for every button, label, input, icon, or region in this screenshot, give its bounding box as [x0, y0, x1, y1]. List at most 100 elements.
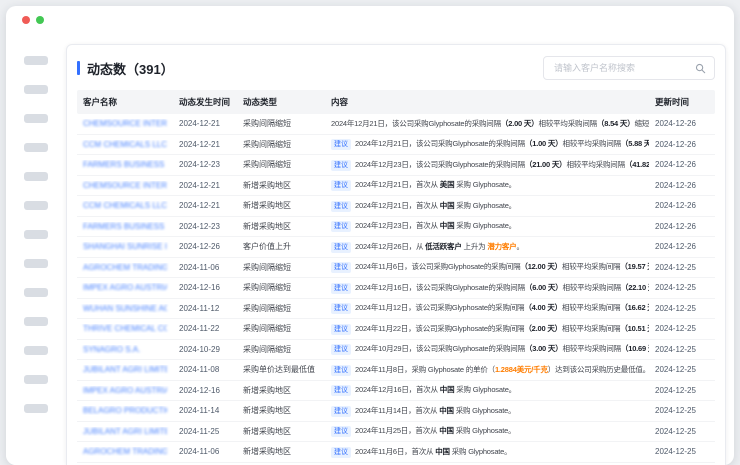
table-row[interactable]: CHEMSOURCE INTERNATIONAL L...2024-12-21采…	[77, 114, 715, 135]
sidebar-menu-item[interactable]	[24, 56, 48, 65]
content-text-segment: （21.00 天）	[525, 160, 567, 169]
content-text-segment: 2024年12月21日，首次从	[355, 180, 440, 189]
table-row[interactable]: THRIVE CHEMICAL CO.2024-11-22采购间隔缩短建议202…	[77, 319, 715, 340]
event-content-cell: 建议2024年11月8日，采购 Glyphosate 的单价（1.2884美元/…	[325, 364, 649, 376]
customer-name-link[interactable]: CHEMSOURCE INTERNATIONAL L...	[83, 181, 167, 190]
table-row[interactable]: AGROCHEM TRADING COMPA...2024-11-06新增采购地…	[77, 442, 715, 463]
event-type-cell: 采购间隔缩短	[237, 303, 325, 314]
customer-search-box[interactable]	[543, 56, 715, 80]
customer-name-link[interactable]: AGROCHEM TRADING COMPA...	[83, 263, 167, 272]
customer-name-link[interactable]: SYNAGRO S.A.	[83, 345, 167, 354]
content-text-segment: 采购 Glyphosate。	[450, 447, 512, 456]
event-content-cell: 建议2024年12月26日，从 低活跃客户 上升为 潜力客户。	[325, 241, 649, 253]
event-type-cell: 采购间隔缩短	[237, 262, 325, 273]
content-text-segment: 相较平均采购间隔	[566, 160, 624, 169]
table-row[interactable]: JUBILANT AGRI LIMITED2024-11-25新增采购地区建议2…	[77, 422, 715, 443]
content-text-segment: （5.88 天）	[621, 139, 649, 148]
suggestion-badge: 建议	[331, 221, 351, 232]
event-type-cell: 采购间隔缩短	[237, 139, 325, 150]
column-header-event-type: 动态类型	[237, 96, 325, 108]
sidebar-menu-item[interactable]	[24, 375, 48, 384]
content-text-segment: 。	[517, 242, 524, 251]
sidebar-menu-item[interactable]	[24, 85, 48, 94]
customer-name-link[interactable]: SHANGHAI SUNRISE INTER...	[83, 242, 167, 251]
table-row[interactable]: BELAGRO PRODUCTIO...2024-11-14新增采购地区建议20…	[77, 401, 715, 422]
event-type-cell: 采购单价达到最低值	[237, 364, 325, 375]
sidebar-menu-item[interactable]	[24, 172, 48, 181]
content-text-segment: 2024年12月21日，首次从	[355, 201, 440, 210]
customer-name-link[interactable]: CCM CHEMICALS LLC	[83, 201, 167, 210]
customer-name-link[interactable]: CCM CHEMICALS LLC	[83, 140, 167, 149]
customer-name-link[interactable]: FARMERS BUSINESS NET...	[83, 222, 167, 231]
column-header-update-time: 更新时间	[649, 96, 715, 108]
customer-name-link[interactable]: FARMERS BUSINESS NET...	[83, 160, 167, 169]
update-time-cell: 2024-12-26	[649, 140, 715, 149]
event-content-cell: 2024年12月21日，该公司采购Glyphosate的采购间隔（2.00 天）…	[325, 118, 649, 129]
customer-name-link[interactable]: BELAGRO PRODUCTIO...	[83, 406, 167, 415]
sidebar-top-spacer	[6, 34, 64, 56]
customer-name-link[interactable]: AGROCHEM TRADING COMPA...	[83, 447, 167, 456]
table-row[interactable]: SHANGHAI SUNRISE INTER...2024-12-26客户价值上…	[77, 237, 715, 258]
customer-name-cell: FARMERS BUSINESS NET...	[77, 160, 173, 169]
sidebar-menu-item[interactable]	[24, 201, 48, 210]
event-time-cell: 2024-11-25	[173, 427, 237, 436]
table-body: CHEMSOURCE INTERNATIONAL L...2024-12-21采…	[77, 114, 715, 465]
table-row[interactable]: IMPEX AGRO AUSTRIA...2024-12-16新增采购地区建议2…	[77, 381, 715, 402]
event-type-cell: 新增采购地区	[237, 200, 325, 211]
content-text-segment: 采购 Glyphosate。	[454, 426, 516, 435]
event-content-cell: 建议2024年12月16日，该公司采购Glyphosate的采购间隔（6.00 …	[325, 282, 649, 294]
sidebar-menu-item[interactable]	[24, 317, 48, 326]
sidebar-menu-item[interactable]	[24, 143, 48, 152]
customer-name-link[interactable]: WUHAN SUNSHINE AGRIC...	[83, 304, 167, 313]
table-row[interactable]: SYNAGRO S.A.2024-10-29采购间隔缩短建议2024年10月29…	[77, 340, 715, 361]
customer-name-cell: CHEMSOURCE INTERNATIONAL L...	[77, 181, 173, 190]
table-row[interactable]: IMPEX AGRO AUSTRIA...2024-12-16采购间隔缩短建议2…	[77, 278, 715, 299]
suggestion-badge: 建议	[331, 344, 351, 355]
sidebar-menu-item[interactable]	[24, 259, 48, 268]
table-row[interactable]: JUBILANT AGRI LIMITED2024-11-08采购单价达到最低值…	[77, 360, 715, 381]
table-row[interactable]: WUHAN SUNSHINE AGRIC...2024-11-12采购间隔缩短建…	[77, 299, 715, 320]
sidebar-menu-item[interactable]	[24, 114, 48, 123]
table-row[interactable]: AGROCHEM TRADING COMPA...2024-11-06采购间隔缩…	[77, 258, 715, 279]
sidebar-menu-item[interactable]	[24, 288, 48, 297]
close-window-icon[interactable]	[22, 16, 30, 24]
table-row[interactable]: FARMERS BUSINESS NET...2024-12-23新增采购地区建…	[77, 217, 715, 238]
title-accent-bar	[77, 61, 80, 75]
content-text-segment: 2024年11月14日，首次从	[355, 406, 439, 415]
content-text-segment: 中国	[439, 406, 454, 415]
customer-name-link[interactable]: JUBILANT AGRI LIMITED	[83, 427, 167, 436]
customer-name-link[interactable]: THRIVE CHEMICAL CO.	[83, 324, 167, 333]
content-text-segment: 2024年12月23日，首次从	[355, 221, 440, 230]
content-text-segment: 相较平均采购间隔	[562, 303, 620, 312]
table-row[interactable]: CHEMSOURCE INTERNATIONAL L...2024-12-21新…	[77, 176, 715, 197]
customer-name-link[interactable]: CHEMSOURCE INTERNATIONAL L...	[83, 119, 167, 128]
table-row[interactable]: CCM CHEMICALS LLC2024-12-21采购间隔缩短建议2024年…	[77, 135, 715, 156]
customer-name-cell: THRIVE CHEMICAL CO.	[77, 324, 173, 333]
sidebar-menu-item[interactable]	[24, 230, 48, 239]
content-text-segment: 2024年11月6日，首次从	[355, 447, 435, 456]
content-text-segment: 2024年11月22日，该公司采购Glyphosate的采购间隔	[355, 324, 524, 333]
maximize-window-icon[interactable]	[36, 16, 44, 24]
table-row[interactable]: CCM CHEMICALS LLC2024-12-21新增采购地区建议2024年…	[77, 196, 715, 217]
table-row[interactable]: FARMERS BUSINESS NET...2024-12-23采购间隔缩短建…	[77, 155, 715, 176]
update-time-cell: 2024-12-26	[649, 222, 715, 231]
event-content-cell: 建议2024年11月6日，该公司采购Glyphosate的采购间隔（12.00 …	[325, 261, 649, 273]
content-text-segment: 中国	[440, 385, 455, 394]
event-content-cell: 建议2024年12月21日，首次从 美国 采购 Glyphosate。	[325, 179, 649, 191]
customer-name-link[interactable]: JUBILANT AGRI LIMITED	[83, 365, 167, 374]
search-input[interactable]	[552, 62, 695, 74]
customer-name-cell: CCM CHEMICALS LLC	[77, 140, 173, 149]
panel-header: 动态数（391）	[77, 53, 715, 83]
sidebar-menu-item[interactable]	[24, 404, 48, 413]
event-type-cell: 新增采购地区	[237, 221, 325, 232]
dynamics-panel: 动态数（391） 客户名称 动态发生时间 动态类型 内容 更新时间 CHEMSO…	[66, 44, 726, 465]
customer-name-link[interactable]: IMPEX AGRO AUSTRIA...	[83, 283, 167, 292]
page-title: 动态数（391）	[87, 59, 174, 78]
event-time-cell: 2024-11-12	[173, 304, 237, 313]
customer-name-link[interactable]: IMPEX AGRO AUSTRIA...	[83, 386, 167, 395]
sidebar-menu-item[interactable]	[24, 346, 48, 355]
search-icon[interactable]	[695, 63, 706, 74]
event-type-cell: 采购间隔缩短	[237, 344, 325, 355]
customer-name-cell: WUHAN SUNSHINE AGRIC...	[77, 304, 173, 313]
event-content-cell: 建议2024年11月14日，首次从 中国 采购 Glyphosate。	[325, 405, 649, 417]
